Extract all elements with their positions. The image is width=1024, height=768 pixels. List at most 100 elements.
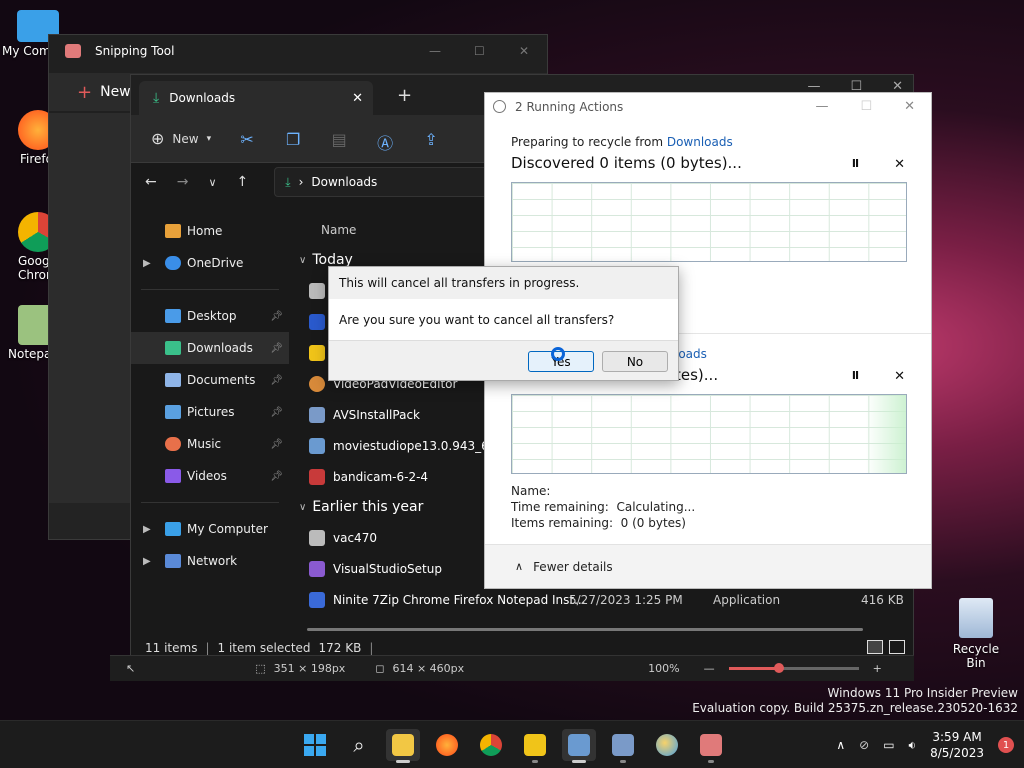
sidebar-item-my-computer[interactable]: ▶ My Computer xyxy=(131,513,289,545)
cancel-operation-button[interactable]: ✕ xyxy=(894,369,905,384)
tiles-view-icon[interactable] xyxy=(889,640,905,654)
minimize-icon[interactable]: — xyxy=(815,99,828,114)
sidebar-item-onedrive[interactable]: ▶ OneDrive xyxy=(131,247,289,279)
recent-chevron-icon[interactable]: ∨ xyxy=(208,176,216,189)
tab-label: Downloads xyxy=(169,91,236,105)
taskbar-file-explorer[interactable] xyxy=(386,729,420,763)
taskbar-vegas-app[interactable] xyxy=(518,729,552,763)
desktop-icon-recycle-bin[interactable]: Recycle Bin xyxy=(944,598,1008,670)
cancel-operation-button[interactable]: ✕ xyxy=(894,157,905,172)
taskbar-snipping-tool[interactable] xyxy=(694,729,728,763)
operation-1-source: Preparing to recycle from Downloads xyxy=(511,135,733,149)
system-tray: ∧ ⊘ ▭ 🔉︎ 3:59 AM 8/5/2023 1 xyxy=(836,721,1014,768)
sidebar-divider xyxy=(141,289,279,290)
snip-new-button[interactable]: + New xyxy=(77,82,131,103)
pin-icon[interactable]: 📌︎ xyxy=(270,407,283,418)
sidebar-item-network[interactable]: ▶ Network xyxy=(131,545,289,577)
forward-icon[interactable]: → xyxy=(177,174,189,190)
snipping-tool-title: Snipping Tool xyxy=(95,44,175,58)
time-remaining-label: Time remaining: xyxy=(511,500,609,514)
no-button[interactable]: No xyxy=(602,351,668,372)
new-tab-button[interactable]: + xyxy=(397,85,412,106)
search-button[interactable]: ⌕ xyxy=(342,729,376,761)
sidebar-item-documents[interactable]: Documents 📌︎ xyxy=(131,364,289,396)
close-tab-icon[interactable]: ✕ xyxy=(352,91,363,106)
taskbar-apps: ⌕ xyxy=(298,729,728,763)
address-bar[interactable]: ⤓ › Downloads xyxy=(274,167,495,197)
tab-downloads[interactable]: ⤓ Downloads ✕ xyxy=(139,81,373,115)
taskbar-chrome[interactable] xyxy=(474,729,508,761)
pause-button[interactable]: II xyxy=(852,369,859,384)
pictures-icon xyxy=(165,405,181,419)
snipping-tool-titlebar: Snipping Tool — ☐ ✕ xyxy=(49,35,547,67)
volume-icon[interactable]: 🔉︎ xyxy=(909,738,917,753)
pin-icon[interactable]: 📌︎ xyxy=(270,439,283,450)
new-item-button[interactable]: ⊕ New ▾ xyxy=(151,129,211,148)
zoom-slider[interactable] xyxy=(728,663,859,673)
zoom-slider-thumb[interactable] xyxy=(773,663,784,673)
operation-source-prefix: Preparing to recycle from xyxy=(511,135,667,149)
file-icon xyxy=(309,375,325,392)
sidebar-item-videos[interactable]: Videos 📌︎ xyxy=(131,460,289,492)
operation-source-link[interactable]: Downloads xyxy=(667,135,733,149)
details-view-icon[interactable] xyxy=(867,640,883,654)
chevron-right-icon[interactable]: ▶ xyxy=(143,524,151,535)
status-divider: | xyxy=(369,641,374,655)
clock-time: 3:59 AM xyxy=(932,730,982,744)
sidebar-item-downloads[interactable]: Downloads 📌︎ xyxy=(131,332,289,364)
paste-icon[interactable]: ▤ xyxy=(329,130,349,149)
zoom-level: 100% xyxy=(648,662,680,675)
home-icon xyxy=(165,224,181,238)
zoom-slider-fill xyxy=(728,667,779,670)
evaluation-watermark: Windows 11 Pro Insider Preview Evaluatio… xyxy=(692,686,1018,716)
taskbar-copy-app[interactable] xyxy=(562,729,596,763)
copy-icon[interactable]: ❐ xyxy=(283,130,303,149)
sidebar-item-label: Videos xyxy=(187,469,227,483)
maximize-icon[interactable]: ☐ xyxy=(474,44,485,58)
pause-button[interactable]: II xyxy=(852,157,859,172)
pin-icon[interactable]: 📌︎ xyxy=(270,471,283,482)
network-off-icon[interactable]: ⊘ xyxy=(859,738,869,752)
rename-icon[interactable]: Ⓐ xyxy=(375,130,395,153)
group-label: Earlier this year xyxy=(312,499,424,515)
operation-2-source: loads xyxy=(675,347,707,361)
pin-icon[interactable]: 📌︎ xyxy=(270,311,283,322)
horizontal-scrollbar[interactable] xyxy=(307,628,863,631)
app-icon xyxy=(524,734,546,756)
pin-icon[interactable]: 📌︎ xyxy=(270,375,283,386)
zoom-in-icon[interactable]: + xyxy=(873,662,882,675)
sidebar-item-pictures[interactable]: Pictures 📌︎ xyxy=(131,396,289,428)
display-icon[interactable]: ▭ xyxy=(883,738,894,752)
zoom-out-icon[interactable]: — xyxy=(704,662,715,675)
sidebar-item-label: Music xyxy=(187,437,222,451)
back-icon[interactable]: ← xyxy=(145,174,157,190)
pin-icon[interactable]: 📌︎ xyxy=(270,343,283,354)
close-icon[interactable]: ✕ xyxy=(519,44,529,58)
file-name: VisualStudioSetup xyxy=(333,561,442,576)
taskbar-installer-app[interactable] xyxy=(606,729,640,763)
videos-icon xyxy=(165,469,181,483)
minimize-icon[interactable]: — xyxy=(429,44,441,58)
up-icon[interactable]: ↑ xyxy=(237,174,249,190)
taskbar-clock[interactable]: 3:59 AM 8/5/2023 xyxy=(930,729,984,761)
sidebar-item-home[interactable]: Home xyxy=(131,215,289,247)
taskbar-firefox[interactable] xyxy=(430,729,464,761)
taskbar-paint[interactable] xyxy=(650,729,684,761)
sidebar-item-music[interactable]: Music 📌︎ xyxy=(131,428,289,460)
notification-badge[interactable]: 1 xyxy=(998,737,1014,753)
start-button[interactable] xyxy=(298,729,332,761)
chevron-up-icon[interactable]: ∧ xyxy=(836,738,845,752)
share-icon[interactable]: ⇪ xyxy=(421,130,441,149)
close-icon[interactable]: ✕ xyxy=(904,99,915,114)
cut-icon[interactable]: ✂ xyxy=(237,130,257,149)
fewer-details-toggle[interactable]: ∧ Fewer details xyxy=(485,544,931,588)
folder-icon xyxy=(392,734,414,756)
chevron-right-icon[interactable]: ▶ xyxy=(143,556,151,567)
firefox-icon xyxy=(436,734,458,756)
sidebar-item-desktop[interactable]: Desktop 📌︎ xyxy=(131,300,289,332)
chevron-right-icon[interactable]: ▶ xyxy=(143,258,151,269)
clock-date: 8/5/2023 xyxy=(930,746,984,760)
busy-cursor-icon xyxy=(551,347,565,361)
maximize-icon[interactable]: ☐ xyxy=(860,99,872,114)
operation-source-link[interactable]: loads xyxy=(675,347,707,361)
